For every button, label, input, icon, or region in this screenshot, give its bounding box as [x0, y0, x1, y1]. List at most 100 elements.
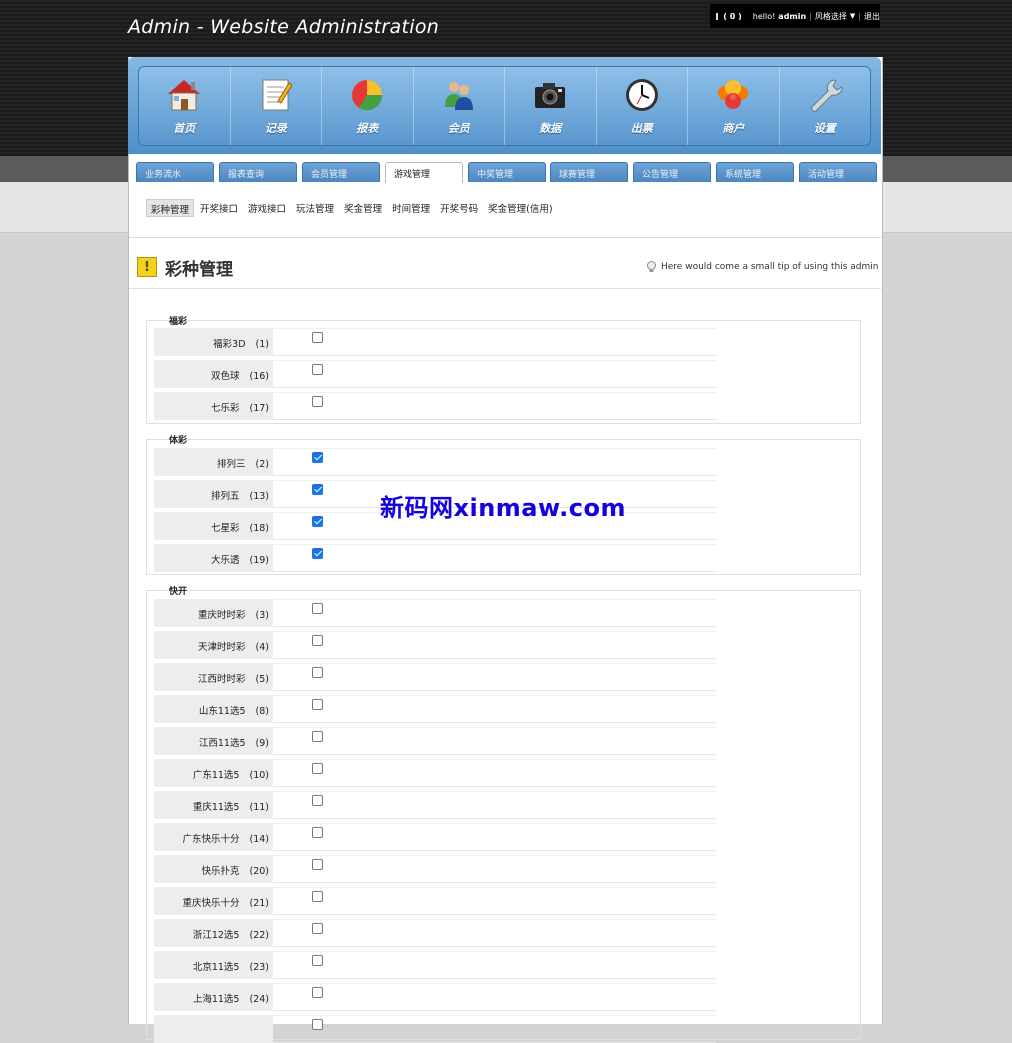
- subnav-bonus-management[interactable]: 奖金管理: [340, 199, 386, 217]
- enable-checkbox[interactable]: [312, 795, 323, 806]
- nav-label: 商户: [722, 122, 745, 135]
- lottery-row: 快乐扑克 (20): [154, 855, 716, 883]
- mail-count[interactable]: ( 0 ): [723, 12, 741, 21]
- lottery-row: 重庆快乐十分 (21): [154, 887, 716, 915]
- enable-checkbox[interactable]: [312, 987, 323, 998]
- lottery-row: 广东快乐十分 (14): [154, 823, 716, 851]
- lottery-name: 北京11选5: [192, 962, 240, 973]
- tab-announcement-management[interactable]: 公告管理: [633, 162, 711, 182]
- lottery-row: 江西11选5 (9): [154, 727, 716, 755]
- logout-link[interactable]: 退出: [864, 11, 880, 22]
- tab-business-flow[interactable]: 业务流水: [136, 162, 214, 182]
- nav-label: 记录: [264, 122, 287, 135]
- tab-system-management[interactable]: 系统管理: [716, 162, 794, 182]
- separator: |: [858, 11, 861, 21]
- tab-report-query[interactable]: 报表查询: [219, 162, 297, 182]
- merchant-icon: [718, 80, 749, 109]
- lottery-row: 浙江12选5 (22): [154, 919, 716, 947]
- style-select[interactable]: 风格选择: [815, 11, 847, 22]
- nav-settings[interactable]: 设置: [780, 67, 871, 145]
- lottery-row: [154, 1015, 716, 1043]
- lottery-id: (21): [249, 898, 269, 909]
- lottery-label: 重庆时时彩 (3): [154, 599, 273, 627]
- lottery-label: 江西时时彩 (5): [154, 663, 273, 691]
- separator: |: [809, 11, 812, 21]
- lottery-name: 广东11选5: [192, 770, 240, 781]
- lottery-id: (10): [249, 770, 269, 781]
- enable-checkbox[interactable]: [312, 516, 323, 527]
- nav-tickets[interactable]: 出票: [597, 67, 688, 145]
- app-title: Admin - Website Administration: [128, 16, 440, 38]
- lottery-name: 山东11选5: [198, 706, 246, 717]
- lottery-name: 福彩3D: [213, 339, 246, 350]
- lottery-id: (23): [249, 962, 269, 973]
- subnav-play-management[interactable]: 玩法管理: [292, 199, 338, 217]
- lottery-label: 浙江12选5 (22): [154, 919, 273, 947]
- notepad-icon: [262, 79, 293, 111]
- enable-checkbox[interactable]: [312, 827, 323, 838]
- lottery-row: 山东11选5 (8): [154, 695, 716, 723]
- tab-game-management[interactable]: 游戏管理: [385, 162, 463, 183]
- enable-checkbox[interactable]: [312, 731, 323, 742]
- username: admin: [778, 11, 807, 21]
- lottery-row: 重庆11选5 (11): [154, 791, 716, 819]
- lightbulb-icon: [647, 261, 656, 272]
- tab-member-management[interactable]: 会员管理: [302, 162, 380, 182]
- subnav-draw-api[interactable]: 开奖接口: [196, 199, 242, 217]
- lottery-name: 快乐扑克: [201, 866, 240, 877]
- enable-checkbox[interactable]: [312, 364, 323, 375]
- lottery-id: (5): [255, 674, 269, 685]
- tab-bar: 业务流水 报表查询 会员管理 游戏管理 中奖管理 球赛管理 公告管理 系统管理 …: [136, 162, 881, 183]
- tab-activity-management[interactable]: 活动管理: [799, 162, 877, 182]
- lottery-label: 排列三 (2): [154, 448, 273, 476]
- enable-checkbox[interactable]: [312, 603, 323, 614]
- lottery-label: 广东快乐十分 (14): [154, 823, 273, 851]
- subnav-time-management[interactable]: 时间管理: [388, 199, 434, 217]
- enable-checkbox[interactable]: [312, 484, 323, 495]
- enable-checkbox[interactable]: [312, 955, 323, 966]
- enable-checkbox[interactable]: [312, 452, 323, 463]
- exclamation-icon: !: [137, 257, 157, 277]
- enable-checkbox[interactable]: [312, 763, 323, 774]
- lottery-label: 北京11选5 (23): [154, 951, 273, 979]
- enable-checkbox[interactable]: [312, 1019, 323, 1030]
- lottery-name: 七星彩: [210, 523, 240, 534]
- tab-match-management[interactable]: 球赛管理: [550, 162, 628, 182]
- enable-checkbox[interactable]: [312, 548, 323, 559]
- nav-reports[interactable]: 报表: [322, 67, 414, 145]
- subnav-draw-numbers[interactable]: 开奖号码: [436, 199, 482, 217]
- enable-checkbox[interactable]: [312, 667, 323, 678]
- nav-members[interactable]: 会员: [414, 67, 505, 145]
- enable-checkbox[interactable]: [312, 923, 323, 934]
- home-icon: [168, 80, 201, 111]
- lottery-name: 排列三: [217, 459, 246, 470]
- nav-home[interactable]: 首页: [139, 67, 231, 145]
- lottery-row: 大乐透 (19): [154, 544, 716, 572]
- enable-checkbox[interactable]: [312, 635, 323, 646]
- subnav-lottery-types[interactable]: 彩种管理: [146, 199, 195, 217]
- enable-checkbox[interactable]: [312, 699, 323, 710]
- lottery-label: [154, 1015, 273, 1043]
- enable-checkbox[interactable]: [312, 891, 323, 902]
- users-icon: [444, 82, 473, 110]
- subnav-credit-bonus-management[interactable]: 奖金管理(信用): [484, 199, 556, 217]
- dropdown-arrow-icon[interactable]: ▼: [850, 12, 855, 20]
- tab-prize-management[interactable]: 中奖管理: [468, 162, 546, 182]
- nav-data[interactable]: 数据: [505, 67, 597, 145]
- main-nav: 首页 记录 报表 会员 数据 出票 商户 设置: [128, 57, 881, 154]
- group-title: 快开: [169, 587, 188, 597]
- lottery-name: 江西11选5: [198, 738, 246, 749]
- mail-icon[interactable]: [716, 12, 719, 20]
- subnav-game-api[interactable]: 游戏接口: [244, 199, 290, 217]
- enable-checkbox[interactable]: [312, 859, 323, 870]
- lottery-row: 七乐彩 (17): [154, 392, 716, 420]
- tip-text: Here would come a small tip of using thi…: [661, 262, 879, 272]
- lottery-id: (11): [249, 802, 269, 813]
- enable-checkbox[interactable]: [312, 396, 323, 407]
- lottery-id: (4): [255, 642, 269, 653]
- nav-merchants[interactable]: 商户: [688, 67, 780, 145]
- enable-checkbox[interactable]: [312, 332, 323, 343]
- lottery-row: 广东11选5 (10): [154, 759, 716, 787]
- nav-records[interactable]: 记录: [231, 67, 322, 145]
- lottery-label: 山东11选5 (8): [154, 695, 273, 723]
